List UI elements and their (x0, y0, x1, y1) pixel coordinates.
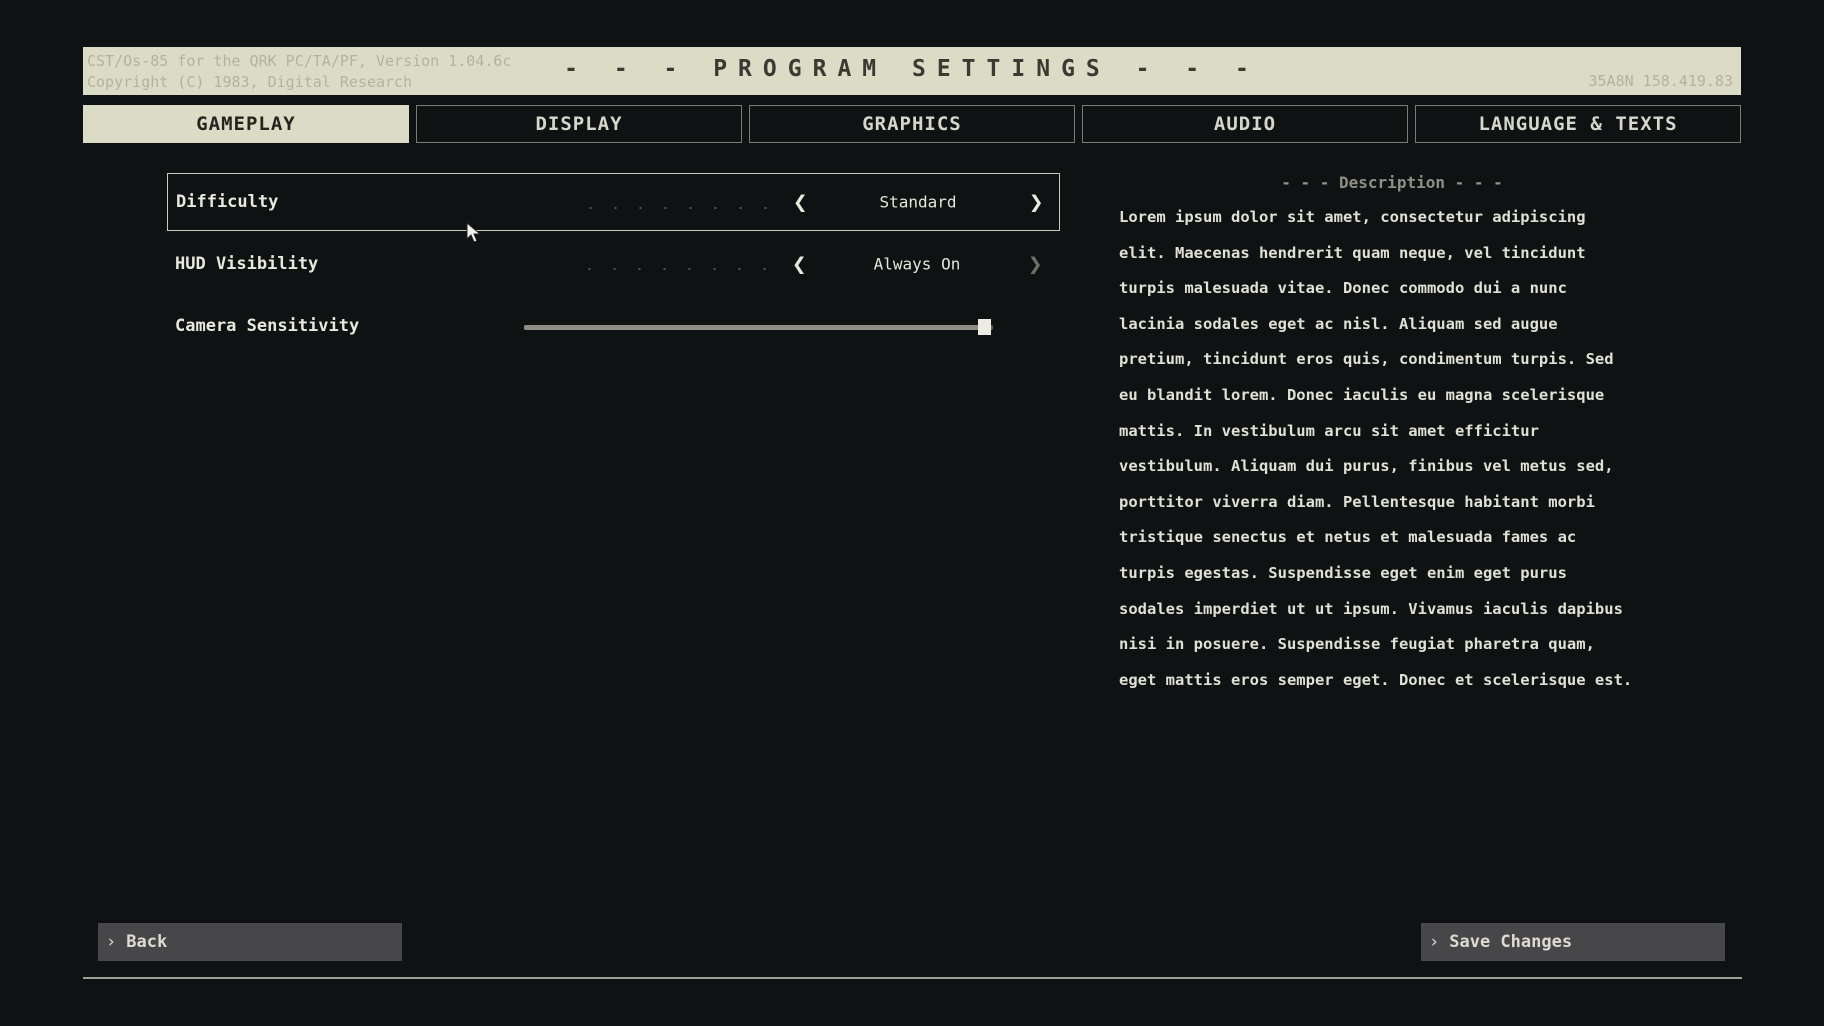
tab-graphics[interactable]: GRAPHICS (749, 105, 1075, 143)
description-title: - - - Description - - - (1281, 173, 1503, 192)
camera-sensitivity-slider[interactable] (524, 319, 993, 335)
chevron-left-icon[interactable]: ❮ (793, 188, 807, 216)
tab-audio[interactable]: AUDIO (1082, 105, 1408, 143)
description-text: Lorem ipsum dolor sit amet, consectetur … (1119, 208, 1633, 689)
setting-hud-visibility[interactable]: HUD Visibility ❮ Always On ❯ (167, 235, 1060, 293)
footer-divider (83, 977, 1742, 979)
save-changes-button[interactable]: › Save Changes (1421, 923, 1725, 961)
leader-dots (578, 207, 773, 209)
camera-sensitivity-label: Camera Sensitivity (175, 316, 360, 336)
chevron-right-icon[interactable]: ❯ (1028, 250, 1042, 278)
chevron-right-icon[interactable]: ❯ (1029, 188, 1043, 216)
setting-difficulty[interactable]: Difficulty ❮ Standard ❯ (167, 173, 1060, 231)
difficulty-value: Standard (879, 192, 957, 212)
tab-gameplay[interactable]: GAMEPLAY (83, 105, 409, 143)
back-button[interactable]: › Back (98, 923, 402, 961)
system-code: 35A8N 158.419.83 (1588, 72, 1734, 90)
title-bar: CST/Os-85 for the QRK PC/TA/PF, Version … (83, 47, 1741, 95)
mouse-cursor-icon (466, 222, 482, 243)
difficulty-label: Difficulty (176, 192, 279, 212)
chevron-right-icon: › (1429, 932, 1440, 952)
back-button-label: Back (126, 932, 168, 952)
chevron-right-icon: › (106, 932, 117, 952)
hud-visibility-value: Always On (873, 254, 961, 274)
chevron-left-icon[interactable]: ❮ (792, 250, 806, 278)
save-changes-label: Save Changes (1449, 932, 1573, 952)
slider-handle[interactable] (977, 319, 991, 335)
tab-language-texts[interactable]: LANGUAGE & TEXTS (1415, 105, 1741, 143)
leader-dots (577, 268, 772, 270)
slider-fill (524, 325, 984, 330)
tab-display[interactable]: DISPLAY (416, 105, 742, 143)
page-title: - - - PROGRAM SETTINGS - - - (564, 56, 1260, 82)
hud-visibility-label: HUD Visibility (175, 254, 319, 274)
tab-bar: GAMEPLAY DISPLAY GRAPHICS AUDIO LANGUAGE… (83, 105, 1743, 143)
